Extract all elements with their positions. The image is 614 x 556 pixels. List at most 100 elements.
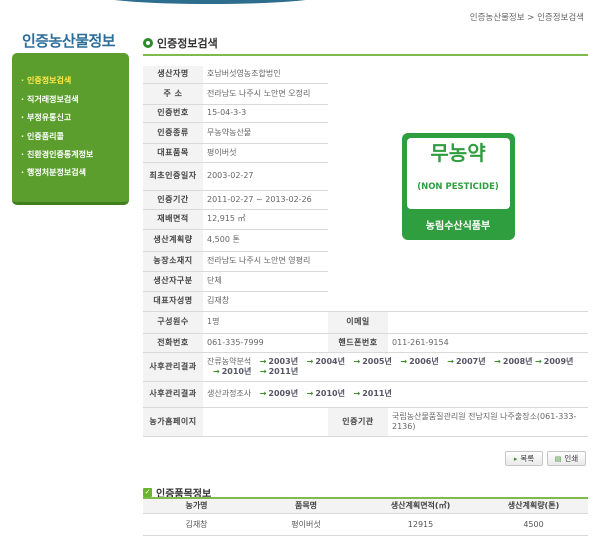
value-producer: 호남버섯영농조합법인: [203, 66, 328, 84]
table-header-row: 농가명 품목명 생산계획면적(㎡) 생산계획량(톤): [143, 499, 588, 514]
value-post-cert-result: 잔류농약분석 2003년 2004년 2005년 2006년 2007년 200…: [203, 352, 588, 382]
value-homepage[interactable]: [203, 407, 328, 437]
label-producer: 생산자명: [143, 66, 203, 84]
breadcrumb-home[interactable]: 인증농산물정보: [470, 13, 525, 23]
label-cert-type: 인증종류: [143, 122, 203, 144]
value-phone: 061-335-7999: [203, 333, 328, 353]
post-survey-type: 생산과정조사: [207, 389, 252, 398]
post-cert-year-link[interactable]: 2010년: [213, 367, 251, 376]
table-row: 구성원수 1명 이메일: [143, 311, 588, 334]
value-email: [388, 311, 588, 334]
sidebar-menu: 인증정보검색 직거래정보검색 부정유통신고 인증품리콜 친환경인증통계정보 행정…: [12, 53, 129, 205]
table-row: 김재창 평이버섯 12915 4500: [143, 513, 588, 536]
label-plan: 생산계획량: [143, 229, 203, 252]
sidebar-item-recall[interactable]: 인증품리콜: [21, 131, 64, 142]
header-arc: [95, 0, 325, 4]
title-divider: [143, 54, 588, 56]
post-cert-year-link[interactable]: 2005년: [354, 357, 392, 366]
post-cert-type: 잔류농약분석: [207, 356, 252, 366]
cert-info-table: 생산자명 호남버섯영농조합법인 무농약 (NON PESTICIDE) 농림수산…: [143, 66, 588, 437]
table-row: 전화번호 061-335-7999 핸드폰번호 011-261-9154: [143, 333, 588, 353]
post-cert-year-link[interactable]: 2011년: [260, 367, 298, 376]
page-title: 인증정보검색: [143, 35, 218, 51]
breadcrumb: 인증농산물정보 > 인증정보검색: [470, 11, 584, 23]
label-homepage: 농가홈페이지: [143, 407, 203, 437]
page-title-text: 인증정보검색: [157, 37, 218, 50]
sidebar-item-admin-action[interactable]: 행정처분정보검색: [21, 167, 86, 178]
label-email: 이메일: [328, 311, 388, 334]
table-row: 생산자명 호남버섯영농조합법인 무농약 (NON PESTICIDE) 농림수산…: [143, 66, 588, 312]
column-header: 생산계획량(톤): [479, 499, 588, 514]
label-cert-no: 인증번호: [143, 104, 203, 123]
value-address: 전라남도 나주시 노안면 오정리: [203, 83, 328, 105]
post-cert-year-link[interactable]: 2007년: [447, 357, 485, 366]
value-area: 12,915 ㎡: [203, 209, 328, 230]
column-header: 품목명: [250, 499, 362, 514]
cell-plan-area: 12915: [362, 513, 479, 536]
list-button-label: 목록: [520, 454, 535, 463]
value-period: 2011-02-27 ~ 2013-02-26: [203, 190, 328, 210]
label-period: 인증기간: [143, 190, 203, 210]
breadcrumb-separator: >: [527, 13, 535, 23]
value-members: 1명: [203, 311, 328, 334]
circle-bullet-icon: [143, 38, 153, 48]
label-producer-type: 생산자구분: [143, 271, 203, 292]
label-mobile: 핸드폰번호: [328, 333, 388, 353]
label-farm-location: 농장소재지: [143, 251, 203, 272]
sidebar-item-fraud-report[interactable]: 부정유통신고: [21, 112, 71, 123]
table-row: 사후관리결과 잔류농약분석 2003년 2004년 2005년 2006년 20…: [143, 352, 588, 382]
value-representative: 김재창: [203, 291, 328, 312]
post-survey-year-link[interactable]: 2010년: [307, 389, 345, 398]
value-cert-type: 무농약농산물: [203, 122, 328, 144]
label-phone: 전화번호: [143, 333, 203, 353]
value-farm-location: 전라남도 나주시 노안면 영평리: [203, 251, 328, 272]
label-item: 대표품목: [143, 143, 203, 163]
label-post-survey-result: 사후관리결과: [143, 381, 203, 408]
breadcrumb-current[interactable]: 인증정보검색: [537, 13, 584, 23]
label-address: 주 소: [143, 83, 203, 105]
table-row: 사후관리결과 생산과정조사 2009년 2010년 2011년: [143, 381, 588, 408]
label-area: 재배면적: [143, 209, 203, 230]
logo-ministry-text: 농림수산식품부: [425, 221, 491, 233]
logo-sub-text: (NON PESTICIDE): [417, 182, 499, 193]
label-agency: 인증기관: [328, 407, 388, 437]
post-cert-year-link[interactable]: 2003년: [260, 357, 298, 366]
sidebar-item-direct-trade[interactable]: 직거래정보검색: [21, 94, 79, 105]
logo-main-text: 무농약: [430, 141, 486, 166]
sidebar-item-statistics[interactable]: 친환경인증통계정보: [21, 149, 93, 160]
post-survey-year-link[interactable]: 2009년: [260, 389, 298, 398]
post-survey-year-link[interactable]: 2011년: [354, 389, 392, 398]
post-cert-year-link[interactable]: 2009년: [535, 357, 573, 366]
column-header: 농가명: [143, 499, 250, 514]
logo-cell: 무농약 (NON PESTICIDE) 농림수산식품부: [328, 66, 588, 312]
list-icon: ▸: [513, 454, 518, 463]
cell-item-name: 평이버섯: [250, 513, 362, 536]
value-agency: 국립농산물품질관리원 전남지원 나주출장소(061-333-2136): [388, 407, 588, 437]
no-pesticide-cert-logo: 무농약 (NON PESTICIDE) 농림수산식품부: [401, 133, 515, 241]
printer-icon: ▤: [554, 454, 562, 463]
cell-plan-amount: 4500: [479, 513, 588, 536]
post-cert-year-link[interactable]: 2006년: [400, 357, 438, 366]
value-mobile: 011-261-9154: [388, 333, 588, 353]
sidebar-item-cert-search[interactable]: 인증정보검색: [21, 75, 71, 86]
print-button-label: 인쇄: [564, 454, 579, 463]
table-row: 농가홈페이지 인증기관 국립농산물품질관리원 전남지원 나주출장소(061-33…: [143, 407, 588, 437]
label-post-cert-result: 사후관리결과: [143, 352, 203, 382]
label-first-date: 최초인증일자: [143, 162, 203, 191]
checkbox-bullet-icon: ✓: [143, 488, 152, 497]
list-button[interactable]: ▸ 목록: [505, 451, 543, 466]
value-post-survey-result: 생산과정조사 2009년 2010년 2011년: [203, 381, 588, 408]
label-members: 구성원수: [143, 311, 203, 334]
cell-farm-name: 김재창: [143, 513, 250, 536]
value-plan: 4,500 톤: [203, 229, 328, 252]
product-table: 농가명 품목명 생산계획면적(㎡) 생산계획량(톤) 김재창 평이버섯 1291…: [143, 499, 588, 536]
print-button[interactable]: ▤ 인쇄: [547, 451, 586, 466]
column-header: 생산계획면적(㎡): [362, 499, 479, 514]
value-first-date: 2003-02-27: [203, 162, 328, 191]
value-cert-no: 15-04-3-3: [203, 104, 328, 123]
post-cert-year-link[interactable]: 2008년: [494, 357, 532, 366]
label-representative: 대표자성명: [143, 291, 203, 312]
value-item: 평이버섯: [203, 143, 328, 163]
post-cert-year-link[interactable]: 2004년: [307, 357, 345, 366]
value-producer-type: 단체: [203, 271, 328, 292]
